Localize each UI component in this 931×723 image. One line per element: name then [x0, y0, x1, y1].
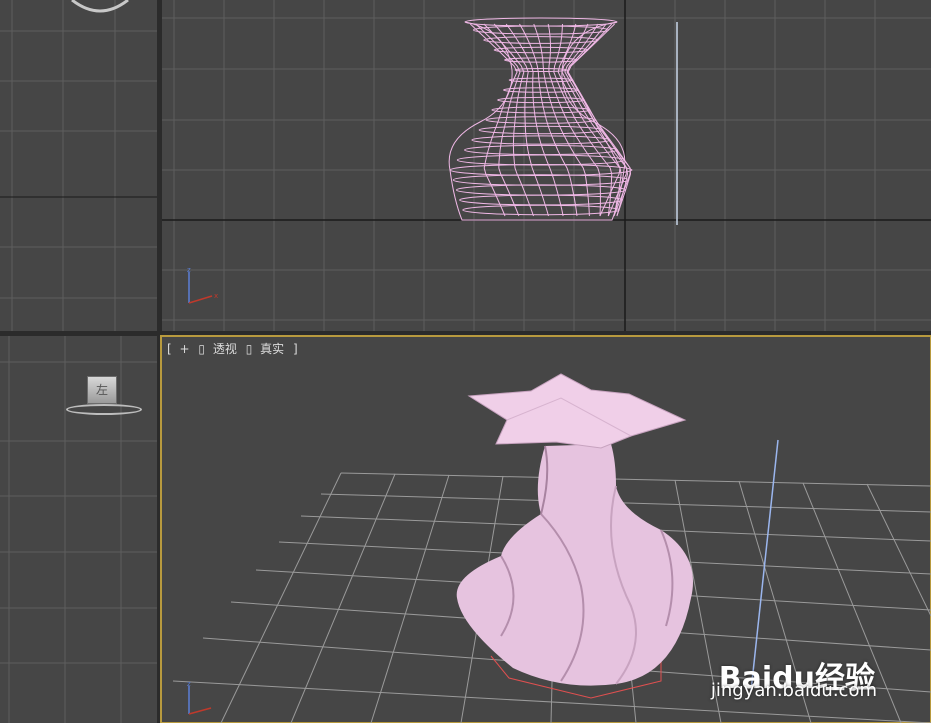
viewport-top-left[interactable]: [0, 0, 157, 331]
wireframe-vase: [448, 17, 633, 221]
label-shading-menu[interactable]: 真实: [260, 342, 284, 356]
axis-gizmo-persp: z: [187, 680, 212, 715]
viewcube-ring-partial: [71, 0, 129, 13]
solid-vase[interactable]: [456, 373, 693, 686]
label-plus-menu[interactable]: +: [180, 342, 190, 356]
viewport-label[interactable]: [ + ▯ 透视 ▯ 真实 ]: [167, 340, 303, 357]
label-bracket-close: ]: [292, 342, 298, 356]
viewport-front[interactable]: z x: [162, 0, 931, 331]
watermark-url: jingyan.baidu.com: [710, 680, 877, 701]
viewcube-ring[interactable]: [66, 404, 142, 415]
viewcube[interactable]: 左: [87, 376, 117, 404]
svg-text:x: x: [214, 292, 218, 300]
svg-text:z: z: [187, 680, 191, 688]
viewport-left[interactable]: 左: [0, 336, 157, 723]
axis-gizmo: z x: [187, 266, 218, 304]
grid-left: [0, 336, 157, 723]
grid-front: z x: [162, 0, 931, 331]
svg-text:z: z: [187, 266, 191, 274]
viewcube-face-label: 左: [95, 383, 108, 397]
grid-top-left: [0, 0, 157, 331]
label-view-menu[interactable]: 透视: [213, 342, 237, 356]
label-box-icon: ▯: [198, 342, 206, 356]
label-bracket-open: [: [167, 342, 172, 356]
label-box-icon-2: ▯: [245, 342, 253, 356]
